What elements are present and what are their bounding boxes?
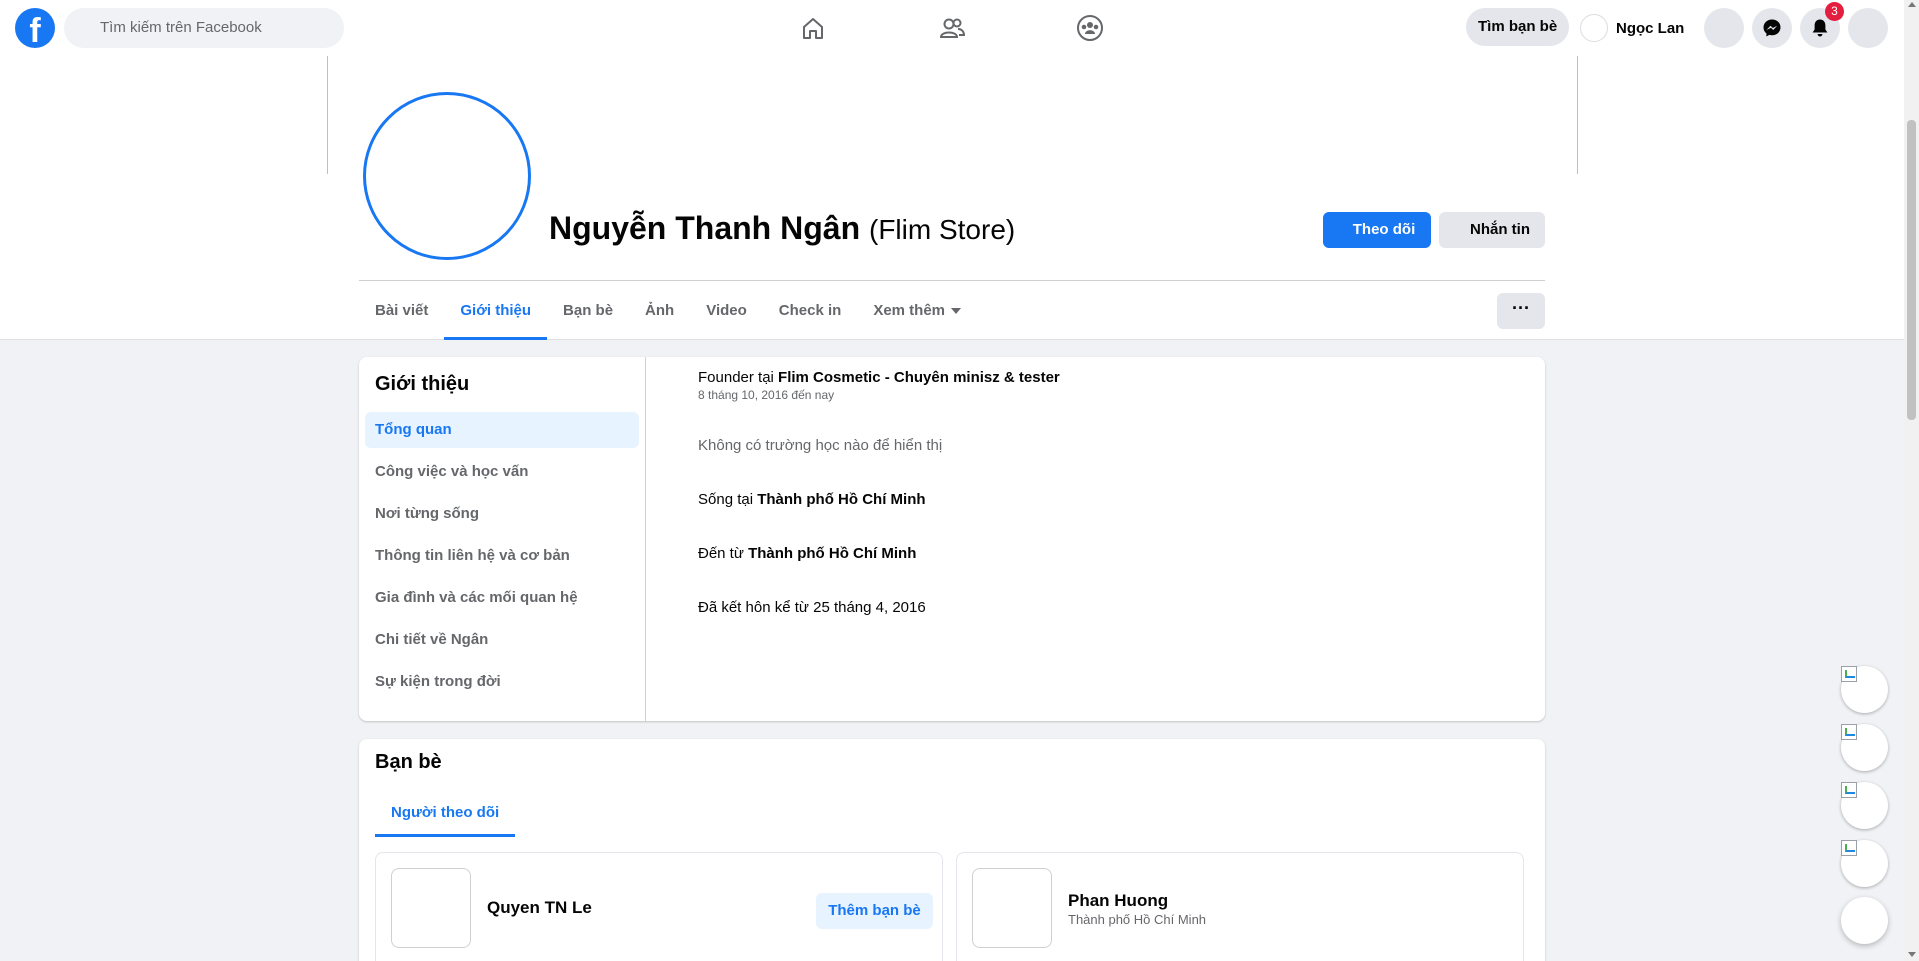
message-button[interactable]: Nhắn tin: [1439, 212, 1545, 248]
new-message-button[interactable]: [1841, 897, 1888, 944]
lives-prefix: Sống tại: [698, 491, 758, 508]
about-menu-work-education[interactable]: Công việc và học vấn: [365, 454, 639, 490]
menu-icon[interactable]: [1704, 8, 1744, 48]
hometown-info: Đến từ Thành phố Hồ Chí Minh: [698, 545, 916, 562]
divider: [359, 280, 1545, 281]
caret-down-icon: [951, 308, 962, 315]
current-city-link[interactable]: Thành phố Hồ Chí Minh: [757, 491, 925, 508]
school-info: Không có trường học nào để hiển thị: [698, 437, 943, 454]
broken-image-icon: [1841, 840, 1857, 856]
profile-picture[interactable]: [363, 92, 531, 260]
follow-button[interactable]: Theo dõi: [1323, 212, 1431, 248]
scroll-up-icon[interactable]: [1908, 2, 1916, 7]
about-menu-overview[interactable]: Tổng quan: [365, 412, 639, 448]
work-place-link[interactable]: Flim Cosmetic - Chuyên minisz & tester: [778, 369, 1060, 386]
profile-alternate-name: (Flim Store): [869, 214, 1016, 245]
about-menu-family-relationships[interactable]: Gia đình và các mối quan hệ: [365, 580, 639, 616]
profile-shortcut[interactable]: Ngọc Lan: [1580, 8, 1684, 48]
from-prefix: Đến từ: [698, 545, 749, 562]
relationship-info: Đã kết hôn kể từ 25 tháng 4, 2016: [698, 599, 926, 616]
top-navigation-bar: f Tìm bạn bè Ngọc Lan 3: [0, 0, 1904, 56]
chat-head[interactable]: [1841, 666, 1888, 713]
facebook-logo-icon[interactable]: f: [15, 8, 55, 48]
notification-badge: 3: [1825, 2, 1844, 21]
tab-more[interactable]: Xem thêm: [857, 282, 977, 340]
groups-icon[interactable]: [1072, 10, 1108, 46]
broken-image-icon: [1841, 782, 1857, 798]
search-input[interactable]: [64, 8, 344, 48]
tab-about[interactable]: Giới thiệu: [444, 282, 547, 340]
scroll-down-icon[interactable]: [1908, 952, 1916, 957]
friend-photo[interactable]: [972, 868, 1052, 948]
about-title: Giới thiệu: [375, 373, 470, 395]
page-title: Nguyễn Thanh Ngân (Flim Store): [549, 210, 1015, 247]
about-menu-places-lived[interactable]: Nơi từng sống: [365, 496, 639, 532]
hometown-link[interactable]: Thành phố Hồ Chí Minh: [748, 545, 916, 562]
messenger-icon[interactable]: [1752, 8, 1792, 48]
tab-posts[interactable]: Bài viết: [359, 282, 444, 340]
chat-head[interactable]: [1841, 724, 1888, 771]
work-prefix: Founder tại: [698, 369, 779, 386]
friend-name[interactable]: Phan Huong: [1068, 891, 1168, 911]
more-options-button[interactable]: ···: [1497, 293, 1545, 329]
friend-location: Thành phố Hồ Chí Minh: [1068, 912, 1207, 927]
cover-photo-edge: [1577, 56, 1578, 174]
friends-icon[interactable]: [934, 10, 970, 46]
current-city-info: Sống tại Thành phố Hồ Chí Minh: [698, 491, 926, 508]
friends-title: Bạn bè: [375, 751, 442, 773]
cover-photo-edge: [327, 56, 328, 174]
tab-videos[interactable]: Video: [690, 282, 763, 340]
about-menu-details[interactable]: Chi tiết về Ngân: [365, 622, 639, 658]
tab-check-ins[interactable]: Check in: [763, 282, 858, 340]
friend-name[interactable]: Quyen TN Le: [487, 898, 592, 918]
about-menu-contact-basic-info[interactable]: Thông tin liên hệ và cơ bản: [365, 538, 639, 574]
tab-followers[interactable]: Người theo dõi: [375, 789, 516, 837]
scrollbar-thumb[interactable]: [1907, 120, 1916, 420]
about-sidebar: Giới thiệu Tổng quan Công việc và học vấ…: [359, 357, 646, 721]
bell-icon[interactable]: 3: [1800, 2, 1844, 48]
work-info: Founder tại Flim Cosmetic - Chuyên minis…: [698, 369, 1060, 386]
user-name: Ngọc Lan: [1616, 19, 1685, 37]
find-friends-button[interactable]: Tìm bạn bè: [1466, 8, 1570, 46]
add-friend-button[interactable]: Thêm bạn bè: [816, 893, 933, 929]
avatar: [1580, 14, 1608, 42]
chat-head[interactable]: [1841, 840, 1888, 887]
account-icon[interactable]: [1848, 8, 1888, 48]
friends-card: Bạn bè Người theo dõi Quyen TN Le Thêm b…: [359, 739, 1545, 961]
friend-photo[interactable]: [391, 868, 471, 948]
about-menu-life-events[interactable]: Sự kiện trong đời: [365, 664, 639, 700]
tab-more-label: Xem thêm: [873, 302, 946, 319]
tab-photos[interactable]: Ảnh: [629, 282, 690, 340]
tab-friends[interactable]: Bạn bè: [547, 282, 629, 340]
home-icon[interactable]: [795, 10, 831, 46]
about-card: Giới thiệu Tổng quan Công việc và học vấ…: [359, 357, 1545, 721]
broken-image-icon: [1841, 724, 1857, 740]
list-item: Phan Huong Thành phố Hồ Chí Minh: [956, 852, 1524, 961]
profile-name: Nguyễn Thanh Ngân: [549, 210, 861, 246]
broken-image-icon: [1841, 666, 1857, 682]
page-scrollbar[interactable]: [1904, 0, 1919, 961]
chat-head[interactable]: [1841, 782, 1888, 829]
work-dates: 8 tháng 10, 2016 đến nay: [698, 388, 835, 402]
profile-tabs: Bài viết Giới thiệu Bạn bè Ảnh Video Che…: [359, 282, 977, 340]
list-item: Quyen TN Le Thêm bạn bè: [375, 852, 943, 961]
